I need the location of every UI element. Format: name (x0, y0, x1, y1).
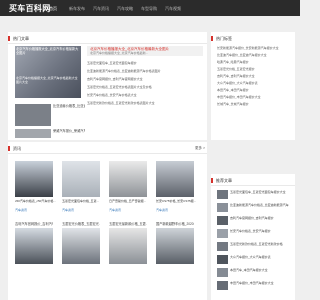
car-image[interactable] (109, 228, 147, 264)
category-tag[interactable]: 汽车资讯 (15, 208, 27, 212)
car-image[interactable] (156, 228, 194, 264)
grid-caption[interactable]: 五菱宏光面包车价格_五菱... (62, 199, 99, 203)
rank-item[interactable]: 1长安新能源汽车报价_长安新能源汽车报价大全 (217, 46, 290, 50)
car-thumbnail[interactable] (15, 104, 51, 126)
grid-row-title[interactable]: 五菱宏光最新款价格_五菱... (109, 222, 147, 226)
hero-caption: 北京汽车价格播报大全_北京汽车价格最新大全图片 (16, 47, 79, 55)
site-logo[interactable]: 买车百科网 (9, 3, 51, 14)
recommend-item[interactable]: 大众汽车报价_大众汽车报价表 (217, 255, 290, 264)
rank-item[interactable]: 5吉利汽车_吉利汽车报价大全 (217, 74, 290, 78)
recommend-item[interactable]: 五菱宏光面包车_五菱宏光面包车报价大全 (217, 190, 290, 199)
rank-item[interactable]: 4五菱宏光价格_五菱宏光报价 (217, 67, 290, 71)
grid-row-title[interactable]: 五菱宏光价格表_五菱宏光... (62, 222, 100, 226)
recommend-item[interactable]: 比亚迪新能源汽车价格表_比亚迪新能源汽车 (217, 203, 290, 212)
grid-caption[interactable]: c50汽车价格表_c50汽车价格... (15, 199, 56, 203)
rank-item[interactable]: 7本田汽车_本田汽车报价 (217, 88, 290, 92)
nav-item-home[interactable]: 首页 (49, 6, 57, 12)
thumbnail[interactable] (217, 229, 228, 238)
site-header: 买车百科网 首页 新车发布 汽车资讯 汽车攻略 车型导购 汽车视频 (0, 0, 300, 16)
rank-item[interactable]: 9长城汽车_长城汽车报价 (217, 102, 290, 106)
section-marker (8, 146, 10, 151)
list-item[interactable]: 吉利汽车官网报价_吉利汽车官网报价大全 (87, 77, 203, 81)
car-image[interactable] (156, 161, 194, 197)
divider (211, 185, 295, 186)
recommend-item[interactable]: 本田汽车_本田汽车报价大全 (217, 268, 290, 277)
thumbnail[interactable] (217, 242, 228, 251)
nav-item-news[interactable]: 汽车资讯 (93, 6, 109, 12)
rank-item[interactable]: 6大众汽车报价_大众汽车报价表 (217, 81, 290, 85)
grid-row-title[interactable]: 吉利汽车官网报价_吉利汽车... (15, 222, 53, 226)
grid-row-title[interactable]: 国产新款越野车价格_2020年... (156, 222, 194, 226)
section-marker (8, 36, 10, 41)
thumbnail[interactable] (217, 281, 228, 290)
grid-caption[interactable]: 日产奇骏价格_日产奇骏报... (109, 199, 146, 203)
section-title: 推荐文章 (216, 178, 232, 183)
rank-item[interactable]: 2比亚迪汽车报价_比亚迪汽车报价大全 (217, 53, 290, 57)
category-tag[interactable]: 汽车资讯 (109, 208, 121, 212)
thumbnail[interactable] (217, 268, 228, 277)
section-title: 热门文章 (13, 36, 29, 41)
nav-item-buying[interactable]: 车型导购 (141, 6, 157, 12)
rank-list: 1长安新能源汽车报价_长安新能源汽车报价大全 2比亚迪汽车报价_比亚迪汽车报价大… (211, 40, 292, 160)
recommend-item[interactable]: 五菱宏光新款价格表_五菱宏光新款价格 (217, 242, 290, 251)
hero-subcaption: 北京汽车价格播报大全_北京汽车价格最新大全图片大全 (16, 76, 78, 84)
recommend-item[interactable]: 吉利汽车官网报价_吉利汽车报价 (217, 216, 290, 225)
featured-article-image[interactable]: 北京汽车价格播报大全_北京汽车价格最新大全图片 北京汽车价格播报大全_北京汽车价… (15, 46, 81, 98)
list-item[interactable]: 五菱宏光面包车_五菱宏光面包车报价 (87, 61, 203, 65)
thumbnail[interactable] (217, 216, 228, 225)
car-image[interactable] (62, 228, 100, 264)
nav-item-videos[interactable]: 汽车视频 (165, 6, 181, 12)
category-tag[interactable]: 汽车资讯 (156, 208, 168, 212)
list-item[interactable]: 比亚迪新能源汽车价格表_比亚迪新能源汽车价格表图片 (87, 69, 203, 73)
thumbnail[interactable] (217, 203, 228, 212)
divider (8, 153, 207, 154)
featured-article[interactable]: 北京汽车价格播报大全_北京汽车价格最新大全图片 北京汽车价格播报大全_北京汽车价… (87, 46, 203, 56)
thumbnail-title[interactable]: 比亚迪秦价格表_比亚迪秦价格表图片 (53, 104, 85, 108)
car-thumbnail[interactable] (15, 129, 51, 138)
car-image[interactable] (109, 161, 147, 197)
list-item[interactable]: 五菱宏光新款价格表_五菱宏光新款价格表图片大全 (87, 101, 203, 105)
nav-item-new-cars[interactable]: 新车发布 (69, 6, 85, 12)
car-image[interactable] (15, 228, 53, 264)
thumbnail[interactable] (217, 255, 228, 264)
recommend-item[interactable]: 长安汽车价格表_长安汽车报价 (217, 229, 290, 238)
car-image[interactable] (62, 161, 100, 197)
rank-item[interactable]: 8丰田汽车报价_丰田汽车报价大全 (217, 95, 290, 99)
rank-item[interactable]: 3哈弗汽车_哈弗汽车报价 (217, 60, 290, 64)
grid-caption[interactable]: 长安CS75价格_长安CS75报... (156, 199, 196, 203)
list-item[interactable]: 五菱宏光价格表_五菱宏光价格表图片大全及价格 (87, 85, 203, 89)
nav-item-guides[interactable]: 汽车攻略 (117, 6, 133, 12)
divider (8, 43, 207, 44)
category-tag[interactable]: 汽车资讯 (62, 208, 74, 212)
list-item[interactable]: 长安汽车价格表_长安汽车价格表大全 (87, 93, 203, 97)
recommend-item[interactable]: 丰田汽车报价_丰田汽车报价大全 (217, 281, 290, 290)
more-link[interactable]: 更多 > (195, 146, 205, 151)
section-marker (211, 178, 213, 183)
car-image[interactable] (15, 161, 53, 197)
section-title: 资讯 (13, 146, 21, 151)
featured-description: 北京汽车价格播报大全_北京汽车价格最新... (90, 51, 149, 55)
thumbnail-title[interactable]: 荣威汽车报价_荣威汽车报价大全 (53, 129, 85, 133)
thumbnail[interactable] (217, 190, 228, 199)
